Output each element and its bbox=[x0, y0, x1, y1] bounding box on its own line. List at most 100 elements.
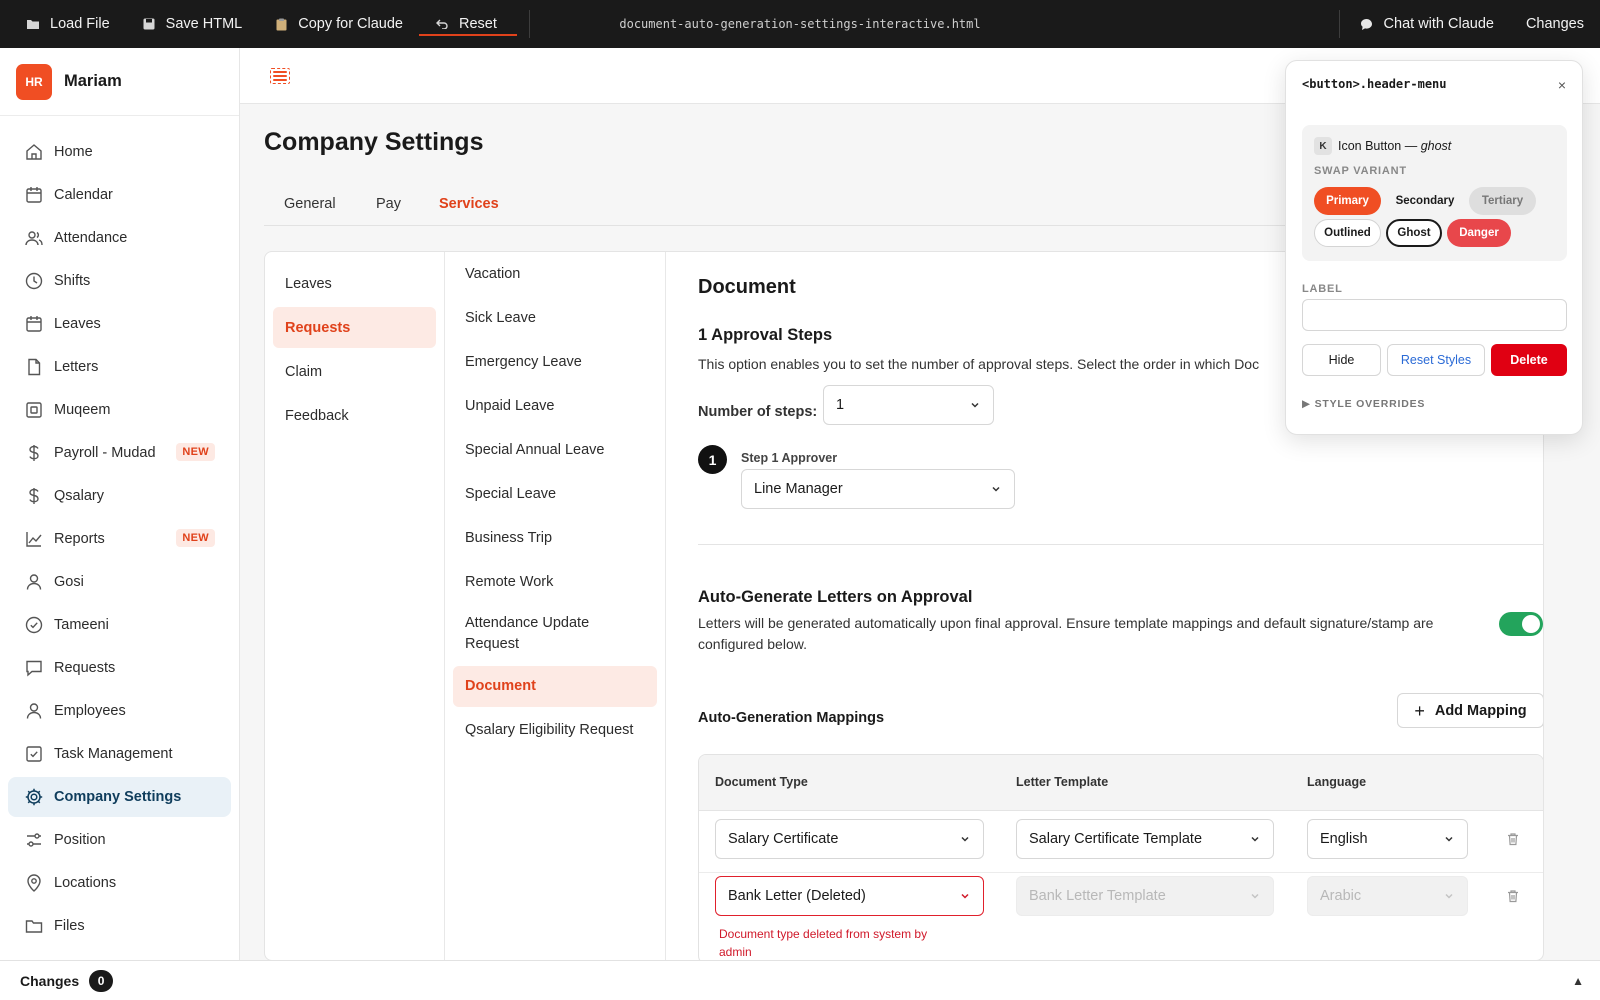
sidebar-item-files[interactable]: Files bbox=[8, 906, 231, 946]
reset-button[interactable]: Reset bbox=[435, 16, 497, 32]
tab-services[interactable]: Services bbox=[439, 196, 499, 212]
approval-steps-heading: 1 Approval Steps bbox=[698, 326, 833, 344]
request-type-item[interactable]: Vacation bbox=[453, 254, 657, 295]
request-type-item[interactable]: Emergency Leave bbox=[453, 342, 657, 383]
menu-icon bbox=[273, 71, 287, 73]
sidebar-item-locations[interactable]: Locations bbox=[8, 863, 231, 903]
sidebar-item-company-settings[interactable]: Company Settings bbox=[8, 777, 231, 817]
sidebar-item-requests[interactable]: Requests bbox=[8, 648, 231, 688]
approval-steps-description: This option enables you to set the numbe… bbox=[698, 356, 1260, 372]
inspector-title: <button>.header-menu bbox=[1302, 77, 1447, 91]
sidebar-item-letters[interactable]: Letters bbox=[8, 347, 231, 387]
sidebar-item-label: Files bbox=[54, 918, 85, 934]
section-divider bbox=[698, 544, 1543, 545]
category-claim[interactable]: Claim bbox=[273, 351, 436, 392]
auto-generate-toggle[interactable] bbox=[1499, 612, 1543, 636]
sidebar-item-label: Leaves bbox=[54, 316, 101, 332]
add-mapping-button[interactable]: + Add Mapping bbox=[1397, 693, 1543, 728]
number-of-steps-select[interactable]: 1 bbox=[823, 385, 994, 425]
sidebar-item-qsalary[interactable]: Qsalary bbox=[8, 476, 231, 516]
letter-template-select[interactable]: Salary Certificate Template bbox=[1016, 819, 1274, 859]
category-feedback[interactable]: Feedback bbox=[273, 395, 436, 436]
variant-tertiary-button[interactable]: Tertiary bbox=[1469, 187, 1536, 215]
select-value: Salary Certificate bbox=[728, 831, 839, 847]
step-approver-select[interactable]: Line Manager bbox=[741, 469, 1015, 509]
select-value: 1 bbox=[836, 397, 845, 413]
column-header-language: Language bbox=[1307, 775, 1367, 789]
component-type: Icon Button — bbox=[1338, 139, 1418, 153]
language-select[interactable]: English bbox=[1307, 819, 1468, 859]
letter-template-select-disabled: Bank Letter Template bbox=[1016, 876, 1274, 916]
chart-icon bbox=[26, 532, 42, 547]
style-overrides-toggle[interactable]: ▶ STYLE OVERRIDES bbox=[1302, 398, 1425, 410]
section-title: Document bbox=[698, 276, 796, 298]
step-number-badge: 1 bbox=[698, 445, 727, 474]
sidebar-item-label: Calendar bbox=[54, 187, 113, 203]
sidebar-item-label: Reports bbox=[54, 531, 105, 547]
trash-icon[interactable] bbox=[1506, 889, 1520, 903]
sidebar-item-tameeni[interactable]: Tameeni bbox=[8, 605, 231, 645]
sidebar-item-position[interactable]: Position bbox=[8, 820, 231, 860]
request-type-list: Vacation Sick Leave Emergency Leave Unpa… bbox=[445, 252, 666, 960]
request-type-item[interactable]: Qsalary Eligibility Request bbox=[453, 710, 657, 751]
chat-with-claude-button[interactable]: Chat with Claude bbox=[1360, 16, 1494, 32]
sidebar-item-leaves[interactable]: Leaves bbox=[8, 304, 231, 344]
new-badge: NEW bbox=[176, 529, 215, 547]
request-type-item[interactable]: Attendance Update Request bbox=[453, 606, 657, 662]
delete-button[interactable]: Delete bbox=[1491, 344, 1567, 376]
variant-danger-button[interactable]: Danger bbox=[1447, 219, 1511, 247]
expand-icon[interactable]: ▲ bbox=[1572, 974, 1584, 988]
label-input[interactable] bbox=[1302, 299, 1567, 331]
variant-secondary-button[interactable]: Secondary bbox=[1386, 187, 1464, 215]
hide-button[interactable]: Hide bbox=[1302, 344, 1381, 376]
save-html-button[interactable]: Save HTML bbox=[142, 16, 242, 32]
sidebar-item-label: Gosi bbox=[54, 574, 84, 590]
sidebar-item-employees[interactable]: Employees bbox=[8, 691, 231, 731]
sidebar-item-muqeem[interactable]: Muqeem bbox=[8, 390, 231, 430]
map-pin-icon bbox=[27, 874, 41, 892]
sidebar-item-task-management[interactable]: Task Management bbox=[8, 734, 231, 774]
sidebar-item-reports[interactable]: Reports NEW bbox=[8, 519, 231, 559]
request-type-item[interactable]: Unpaid Leave bbox=[453, 386, 657, 427]
request-type-item[interactable]: Special Leave bbox=[453, 474, 657, 515]
sidebar-item-shifts[interactable]: Shifts bbox=[8, 261, 231, 301]
request-type-item[interactable]: Sick Leave bbox=[453, 298, 657, 339]
header-menu-button[interactable] bbox=[270, 68, 290, 84]
copy-for-claude-button[interactable]: Copy for Claude bbox=[274, 16, 403, 32]
request-type-item[interactable]: Business Trip bbox=[453, 518, 657, 559]
dollar-icon bbox=[29, 445, 39, 461]
request-type-item[interactable]: Special Annual Leave bbox=[453, 430, 657, 471]
document-type-select-error[interactable]: Bank Letter (Deleted) bbox=[715, 876, 984, 916]
request-type-item-active[interactable]: Document bbox=[453, 666, 657, 707]
category-leaves[interactable]: Leaves bbox=[273, 263, 436, 304]
tab-general[interactable]: General bbox=[284, 196, 336, 212]
row-divider bbox=[699, 872, 1543, 873]
variant-outlined-button[interactable]: Outlined bbox=[1314, 219, 1381, 247]
sidebar-item-label: Requests bbox=[54, 660, 116, 676]
category-list: Leaves Requests Claim Feedback bbox=[265, 252, 445, 960]
sidebar: HR Mariam Home Calendar Attendance Shift… bbox=[0, 48, 240, 960]
sidebar-item-calendar[interactable]: Calendar bbox=[8, 175, 231, 215]
variant-ghost-button[interactable]: Ghost bbox=[1386, 219, 1442, 247]
sidebar-item-payroll-mudad[interactable]: Payroll - Mudad NEW bbox=[8, 433, 231, 473]
sidebar-item-label: Letters bbox=[54, 359, 99, 375]
check-circle-icon bbox=[25, 616, 43, 634]
select-value: Arabic bbox=[1320, 888, 1362, 904]
load-file-button[interactable]: Load File bbox=[26, 16, 110, 32]
reset-styles-button[interactable]: Reset Styles bbox=[1387, 344, 1485, 376]
copy-for-claude-label: Copy for Claude bbox=[298, 16, 403, 32]
changes-button[interactable]: Changes bbox=[1526, 16, 1584, 32]
request-type-item[interactable]: Remote Work bbox=[453, 562, 657, 603]
variant-primary-button[interactable]: Primary bbox=[1314, 187, 1381, 215]
sidebar-item-home[interactable]: Home bbox=[8, 132, 231, 172]
brand[interactable]: HR Mariam bbox=[0, 48, 239, 116]
chevron-down-icon bbox=[971, 402, 979, 408]
sidebar-item-gosi[interactable]: Gosi bbox=[8, 562, 231, 602]
company-name: Mariam bbox=[64, 72, 122, 90]
sidebar-item-attendance[interactable]: Attendance bbox=[8, 218, 231, 258]
tab-pay[interactable]: Pay bbox=[376, 196, 401, 212]
trash-icon[interactable] bbox=[1506, 832, 1520, 846]
document-type-select[interactable]: Salary Certificate bbox=[715, 819, 984, 859]
category-requests[interactable]: Requests bbox=[273, 307, 436, 348]
close-icon[interactable]: × bbox=[1558, 77, 1566, 93]
